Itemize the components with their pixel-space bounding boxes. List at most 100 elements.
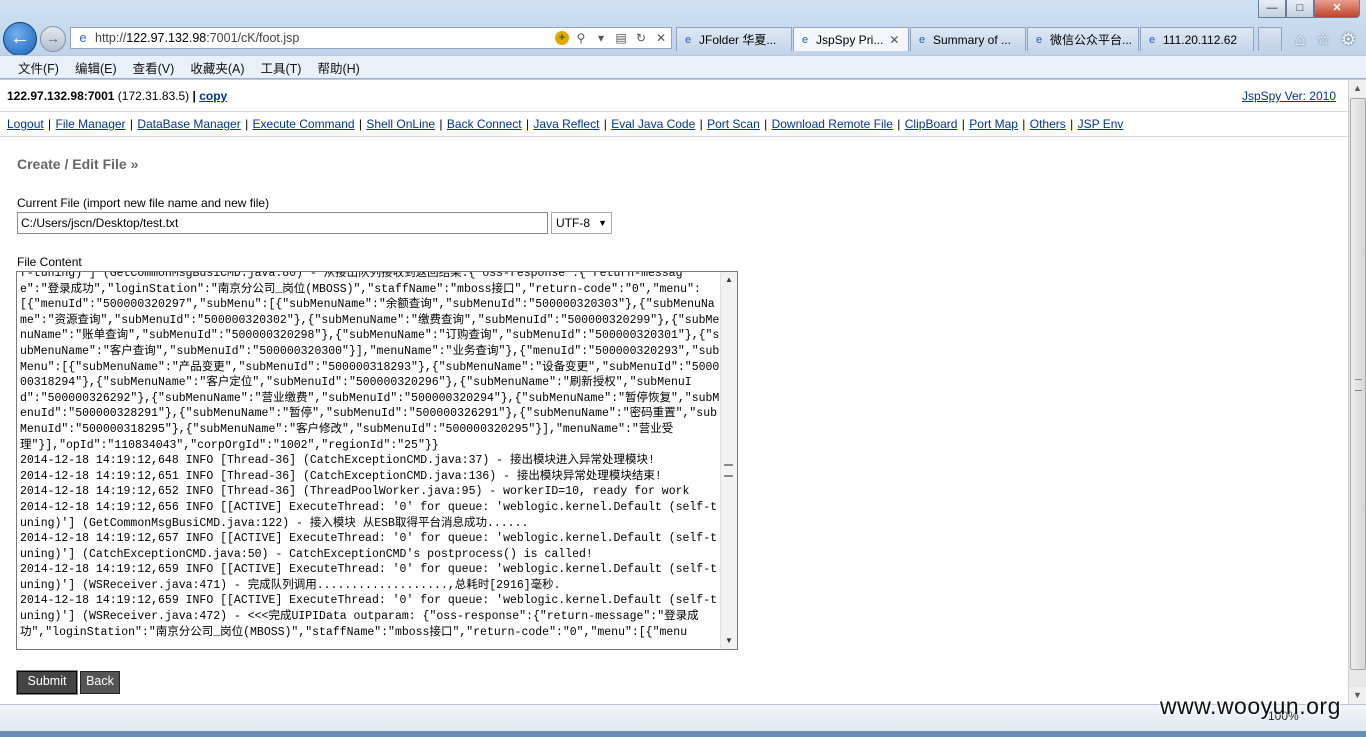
file-content-text[interactable]: f-tuning)'] (GetCommonMsgBusiCMD.java:80…	[20, 272, 720, 640]
link-execute-command[interactable]: Execute Command	[253, 117, 355, 131]
back-arrow-icon[interactable]: ←	[3, 22, 37, 56]
link-clipboard[interactable]: ClipBoard	[905, 117, 958, 131]
copy-link[interactable]: copy	[199, 89, 227, 103]
link-file-manager[interactable]: File Manager	[56, 117, 126, 131]
charset-select[interactable]: UTF-8 ▼	[551, 212, 612, 234]
scroll-down-icon[interactable]: ▼	[1349, 687, 1366, 704]
pipe-separator: |	[893, 117, 904, 131]
nav-links: Logout | File Manager | DataBase Manager…	[7, 117, 1123, 131]
link-database-manager[interactable]: DataBase Manager	[137, 117, 240, 131]
header-row: 122.97.132.98:7001 (172.31.83.5) | copy …	[0, 80, 1348, 112]
current-file-label: Current File (import new file name and n…	[17, 196, 270, 210]
toolbar-icons: ⌂ ☆ ⚙	[1295, 30, 1356, 50]
home-icon[interactable]: ⌂	[1295, 30, 1305, 50]
tab-ip[interactable]: e 111.20.112.62	[1140, 27, 1254, 51]
compatibility-icon[interactable]: +	[555, 31, 569, 45]
back-button[interactable]: Back	[80, 671, 120, 694]
menu-favorites[interactable]: 收藏夹(A)	[190, 58, 244, 77]
link-download-remote-file[interactable]: Download Remote File	[772, 117, 893, 131]
divider	[0, 136, 1348, 137]
pipe-separator: |	[1066, 117, 1077, 131]
tab-summary[interactable]: e Summary of ...	[910, 27, 1026, 51]
pipe-separator: |	[696, 117, 707, 131]
host-ip: (172.31.83.5)	[117, 89, 190, 103]
close-window-button[interactable]: ✕	[1314, 0, 1360, 18]
menu-file[interactable]: 文件(F)	[18, 58, 59, 77]
taskbar-strip	[0, 731, 1366, 737]
pipe-separator: |	[600, 117, 611, 131]
scroll-down-icon[interactable]: ▼	[721, 633, 737, 649]
maximize-button[interactable]: □	[1286, 0, 1314, 18]
page-scrollbar[interactable]: ▲ ▼	[1348, 80, 1366, 704]
refresh-icon[interactable]: ↻	[633, 31, 649, 45]
version-link[interactable]: JspSpy Ver: 2010	[1242, 89, 1336, 103]
link-eval-java-code[interactable]: Eval Java Code	[611, 117, 695, 131]
current-file-input[interactable]	[17, 212, 548, 234]
pipe-separator: |	[522, 117, 533, 131]
link-java-reflect[interactable]: Java Reflect	[533, 117, 599, 131]
status-bar: 100% www.wooyun.org	[0, 693, 1366, 737]
scroll-thumb-grip[interactable]	[724, 464, 733, 477]
tab-jspspy[interactable]: e JspSpy Pri... ✕	[793, 27, 909, 51]
host-info: 122.97.132.98:7001 (172.31.83.5) | copy	[7, 89, 227, 103]
link-others[interactable]: Others	[1030, 117, 1066, 131]
link-jsp-env[interactable]: JSP Env	[1078, 117, 1124, 131]
stop-icon[interactable]: ✕	[653, 31, 669, 45]
ie-page-icon: e	[1148, 33, 1156, 46]
compat-view-icon[interactable]: ▤	[613, 31, 629, 45]
divider	[0, 111, 1348, 112]
pipe-separator: |	[241, 117, 252, 131]
tab-jfolder[interactable]: e JFolder 华夏...	[676, 27, 792, 51]
link-port-scan[interactable]: Port Scan	[707, 117, 760, 131]
browser-chrome: — □ ✕ ← → e http://122.97.132.98:7001/cK…	[0, 0, 1366, 80]
favorites-star-icon[interactable]: ☆	[1316, 30, 1331, 50]
section-title: Create / Edit File »	[17, 156, 139, 172]
tab-wechat[interactable]: e 微信公众平台...	[1027, 27, 1139, 51]
address-url[interactable]: http://122.97.132.98:7001/cK/foot.jsp	[95, 31, 553, 45]
tab-strip: e JFolder 华夏... e JspSpy Pri... ✕ e Summary …	[676, 27, 1255, 52]
window-controls: — □ ✕	[1258, 0, 1360, 18]
pipe-separator: |	[436, 117, 446, 131]
menu-edit[interactable]: 编辑(E)	[75, 58, 117, 77]
ie-page-icon: e	[1035, 33, 1043, 46]
pipe-separator: |	[355, 117, 366, 131]
new-tab-button[interactable]	[1258, 27, 1282, 51]
page-content: 122.97.132.98:7001 (172.31.83.5) | copy …	[0, 80, 1348, 704]
pipe-separator: |	[958, 117, 969, 131]
menu-help[interactable]: 帮助(H)	[317, 58, 359, 77]
link-logout[interactable]: Logout	[7, 117, 44, 131]
pipe-separator: |	[44, 117, 55, 131]
link-shell-online[interactable]: Shell OnLine	[366, 117, 435, 131]
tab-close-icon[interactable]: ✕	[889, 33, 899, 47]
link-port-map[interactable]: Port Map	[969, 117, 1018, 131]
pipe-separator: |	[1018, 117, 1029, 131]
gear-icon[interactable]: ⚙	[1341, 30, 1356, 50]
address-bar[interactable]: e http://122.97.132.98:7001/cK/foot.jsp …	[70, 27, 672, 49]
ie-page-icon: e	[684, 33, 692, 46]
host-separator: |	[192, 89, 196, 103]
host-address: 122.97.132.98:7001	[7, 89, 115, 103]
file-content-label: File Content	[17, 255, 82, 269]
submit-button[interactable]: Submit	[16, 670, 78, 695]
menu-view[interactable]: 查看(V)	[133, 58, 175, 77]
forward-arrow-icon[interactable]: →	[40, 26, 66, 52]
pipe-separator: |	[760, 117, 771, 131]
scroll-thumb-grip	[1355, 379, 1362, 391]
file-content-textarea[interactable]: f-tuning)'] (GetCommonMsgBusiCMD.java:80…	[16, 271, 738, 650]
ie-page-icon: e	[801, 33, 809, 46]
textarea-scrollbar[interactable]: ▲ ▼	[720, 272, 737, 649]
menu-bar: 文件(F) 编辑(E) 查看(V) 收藏夹(A) 工具(T) 帮助(H)	[0, 55, 1366, 79]
page-icon: e	[79, 30, 87, 45]
dropdown-icon[interactable]: ▾	[593, 31, 609, 45]
scroll-up-icon[interactable]: ▲	[721, 272, 737, 288]
ie-page-icon: e	[918, 33, 926, 46]
charset-value: UTF-8	[556, 216, 590, 230]
chevron-down-icon: ▼	[598, 218, 607, 228]
menu-tools[interactable]: 工具(T)	[260, 58, 301, 77]
scroll-up-icon[interactable]: ▲	[1349, 80, 1366, 97]
scroll-thumb[interactable]	[1350, 98, 1366, 670]
pipe-separator: |	[126, 117, 137, 131]
search-icon[interactable]: ⚲	[573, 31, 589, 45]
minimize-button[interactable]: —	[1258, 0, 1286, 18]
link-back-connect[interactable]: Back Connect	[447, 117, 522, 131]
